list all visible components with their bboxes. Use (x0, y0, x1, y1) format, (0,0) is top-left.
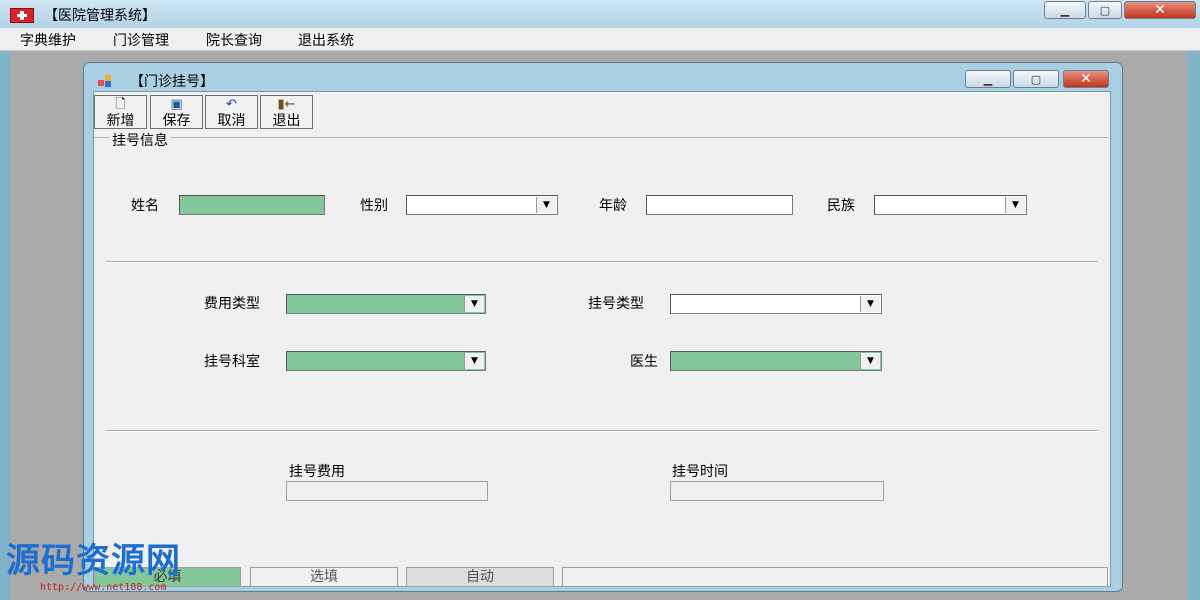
window-app-icon (98, 75, 116, 87)
menu-exit[interactable]: 退出系统 (298, 30, 354, 50)
ethnicity-label: 民族 (827, 198, 855, 214)
ethnicity-select[interactable]: ▼ (874, 195, 1027, 215)
child-close-button[interactable]: ✕ (1063, 70, 1109, 88)
reg-time-label: 挂号时间 (672, 464, 728, 480)
close-button[interactable]: ✕ (1124, 1, 1196, 19)
watermark-text: 源码资源网 (6, 541, 181, 581)
exit-door-icon: ▮← (277, 97, 296, 112)
child-maximize-button[interactable]: ▢ (1013, 70, 1059, 88)
status-bar-blank (562, 567, 1108, 587)
child-minimize-button[interactable]: ▁ (965, 70, 1011, 88)
menu-dictionary[interactable]: 字典维护 (20, 30, 76, 50)
registration-info-group: 挂号信息 姓名 性别 ▼ 年龄 民族 ▼ 费用类型 ▼ 挂号类型 ▼ 挂号科室 … (94, 130, 1108, 560)
doctor-select[interactable]: ▼ (670, 351, 882, 371)
age-label: 年龄 (599, 198, 627, 214)
chevron-down-icon[interactable]: ▼ (464, 296, 484, 312)
separator (106, 430, 1098, 432)
name-label: 姓名 (131, 198, 159, 214)
maximize-button[interactable]: ▢ (1088, 1, 1122, 19)
save-button[interactable]: ▣ 保存 (150, 95, 203, 129)
registration-window: 【门诊挂号】 ▁ ▢ ✕ 🗋 新增 ▣ 保存 ↶ 取消 ▮← 退出 挂号信息 姓… (83, 62, 1123, 592)
new-document-icon: 🗋 (115, 97, 126, 112)
app-title: 【医院管理系统】 (44, 8, 156, 24)
save-disk-icon: ▣ (170, 97, 183, 112)
separator (106, 261, 1098, 263)
registration-window-title: 【门诊挂号】 (130, 74, 214, 90)
fee-type-select[interactable]: ▼ (286, 294, 486, 314)
menu-director-query[interactable]: 院长查询 (206, 30, 262, 50)
new-button[interactable]: 🗋 新增 (94, 95, 147, 129)
undo-arrow-icon: ↶ (226, 97, 237, 112)
legend-optional: 选填 (250, 567, 398, 587)
cancel-button[interactable]: ↶ 取消 (205, 95, 258, 129)
department-select[interactable]: ▼ (286, 351, 486, 371)
chevron-down-icon[interactable]: ▼ (860, 353, 880, 369)
registration-form: 🗋 新增 ▣ 保存 ↶ 取消 ▮← 退出 挂号信息 姓名 性别 ▼ 年龄 民族 … (93, 91, 1111, 587)
doctor-label: 医生 (630, 354, 658, 370)
group-title: 挂号信息 (109, 130, 171, 150)
department-label: 挂号科室 (204, 354, 260, 370)
name-input[interactable] (179, 195, 325, 215)
app-swiss-cross-icon (10, 8, 34, 23)
gender-select[interactable]: ▼ (406, 195, 558, 215)
menu-outpatient[interactable]: 门诊管理 (113, 30, 169, 50)
age-input[interactable] (646, 195, 793, 215)
exit-button[interactable]: ▮← 退出 (260, 95, 313, 129)
window-border-right (1187, 51, 1200, 600)
app-titlebar: 【医院管理系统】 ▁ ▢ ✕ (0, 0, 1200, 28)
reg-time-field (670, 481, 884, 501)
chevron-down-icon[interactable]: ▼ (860, 296, 880, 312)
menu-bar: 字典维护 门诊管理 院长查询 退出系统 (0, 28, 1200, 51)
fee-type-label: 费用类型 (204, 296, 260, 312)
chevron-down-icon[interactable]: ▼ (464, 353, 484, 369)
reg-type-select[interactable]: ▼ (670, 294, 882, 314)
reg-type-label: 挂号类型 (588, 296, 644, 312)
chevron-down-icon[interactable]: ▼ (1005, 197, 1025, 213)
minimize-button[interactable]: ▁ (1044, 1, 1086, 19)
watermark-url: http://www.net188.com (40, 582, 167, 593)
legend-auto: 自动 (406, 567, 554, 587)
reg-fee-label: 挂号费用 (289, 464, 345, 480)
chevron-down-icon[interactable]: ▼ (536, 197, 556, 213)
reg-fee-field (286, 481, 488, 501)
window-border-left (0, 51, 10, 600)
gender-label: 性别 (360, 198, 388, 214)
